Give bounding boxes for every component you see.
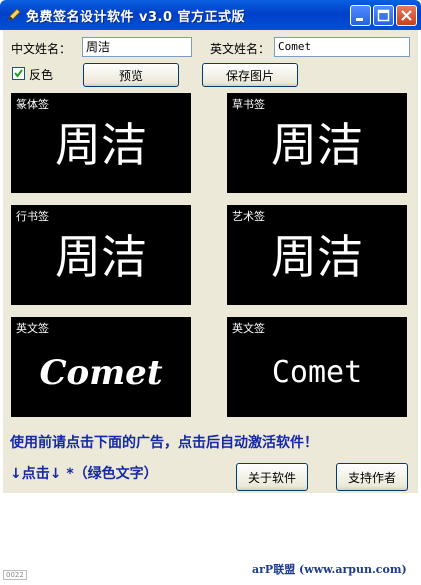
save-image-button[interactable]: 保存图片 [202, 63, 298, 87]
panel-label: 行书签 [16, 210, 49, 223]
en-name-input[interactable]: Comet [274, 37, 410, 57]
en-name-label: 英文姓名： [210, 42, 271, 56]
signature-preview: Comet [271, 355, 363, 390]
support-author-button[interactable]: 支持作者 [336, 463, 408, 491]
cn-name-input[interactable]: 周洁 [82, 37, 192, 57]
panel-label: 艺术签 [232, 210, 265, 223]
panel-seal-script: 篆体签 周洁 [11, 93, 191, 193]
site-watermark: arP联盟 (www.arpun.com) [252, 563, 407, 576]
panel-artistic: 艺术签 周洁 [227, 205, 407, 305]
panel-running-script: 行书签 周洁 [11, 205, 191, 305]
pencil-icon [8, 8, 21, 21]
signature-preview: 周洁 [55, 118, 147, 172]
minimize-button[interactable] [350, 5, 371, 26]
about-button[interactable]: 关于软件 [236, 463, 308, 491]
client-area: 中文姓名： 周洁 英文姓名： Comet 反色 预览 保存图片 篆体签 周洁 草… [3, 30, 418, 493]
activation-notice: 使用前请点击下面的广告，点击后自动激活软件！ [10, 435, 318, 451]
preview-button[interactable]: 预览 [83, 63, 179, 87]
panel-english-script: 英文签 Comet [11, 317, 191, 417]
title-bar[interactable]: 免费签名设计软件 v3.0 官方正式版 [0, 0, 421, 30]
close-button[interactable] [396, 5, 417, 26]
signature-preview: Comet [39, 353, 163, 393]
panel-cursive: 草书签 周洁 [227, 93, 407, 193]
panel-english-plain: 英文签 Comet [227, 317, 407, 417]
window-title: 免费签名设计软件 v3.0 官方正式版 [26, 10, 246, 25]
app-window: 免费签名设计软件 v3.0 官方正式版 中文姓名： 周洁 英文姓名： Comet… [0, 0, 421, 585]
maximize-icon [377, 9, 390, 22]
maximize-button[interactable] [373, 5, 394, 26]
panel-label: 篆体签 [16, 98, 49, 111]
signature-preview: 周洁 [271, 230, 363, 284]
checkmark-icon [14, 69, 23, 78]
signature-preview: 周洁 [271, 118, 363, 172]
invert-label: 反色 [29, 68, 54, 82]
panel-label: 英文签 [232, 322, 265, 335]
close-icon [401, 10, 412, 21]
invert-checkbox[interactable] [12, 67, 25, 80]
click-hint[interactable]: ↓点击↓ *（绿色文字） [10, 463, 158, 483]
signature-preview: 周洁 [55, 230, 147, 284]
panel-label: 英文签 [16, 322, 49, 335]
cn-name-label: 中文姓名： [11, 42, 72, 56]
panel-label: 草书签 [232, 98, 265, 111]
corner-badge: 0022 [3, 570, 27, 580]
minimize-icon [356, 18, 363, 21]
